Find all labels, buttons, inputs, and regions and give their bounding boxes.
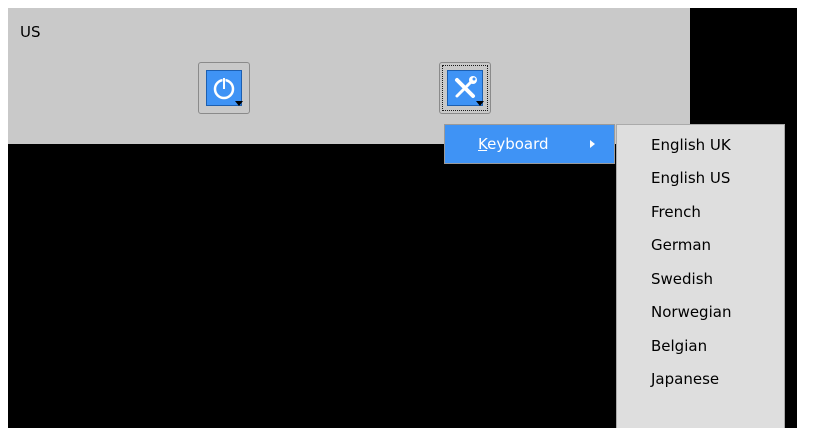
language-item-belgian[interactable]: Belgian xyxy=(651,337,707,355)
power-button[interactable] xyxy=(198,62,250,114)
login-screen: US Keyboard English UK English US French… xyxy=(8,8,797,428)
keyboard-menu-item[interactable]: Keyboard xyxy=(478,135,549,153)
keyboard-layout-indicator: US xyxy=(20,23,41,41)
tools-button[interactable] xyxy=(439,62,491,114)
language-item-german[interactable]: German xyxy=(651,236,711,254)
language-item-swedish[interactable]: Swedish xyxy=(651,270,713,288)
keyboard-label: eyboard xyxy=(487,135,549,153)
keyboard-language-menu: English UK English US French German Swed… xyxy=(616,124,785,428)
tools-menu: Keyboard xyxy=(444,124,615,164)
language-item-japanese[interactable]: Japanese xyxy=(651,370,719,388)
language-item-norwegian[interactable]: Norwegian xyxy=(651,303,731,321)
language-item-english-us[interactable]: English US xyxy=(651,169,730,187)
language-item-french[interactable]: French xyxy=(651,203,701,221)
language-item-english-uk[interactable]: English UK xyxy=(651,136,731,154)
dropdown-arrow-icon xyxy=(235,101,243,106)
dropdown-arrow-icon xyxy=(476,101,484,106)
chevron-right-icon xyxy=(590,140,595,148)
keyboard-mnemonic: K xyxy=(478,135,488,153)
